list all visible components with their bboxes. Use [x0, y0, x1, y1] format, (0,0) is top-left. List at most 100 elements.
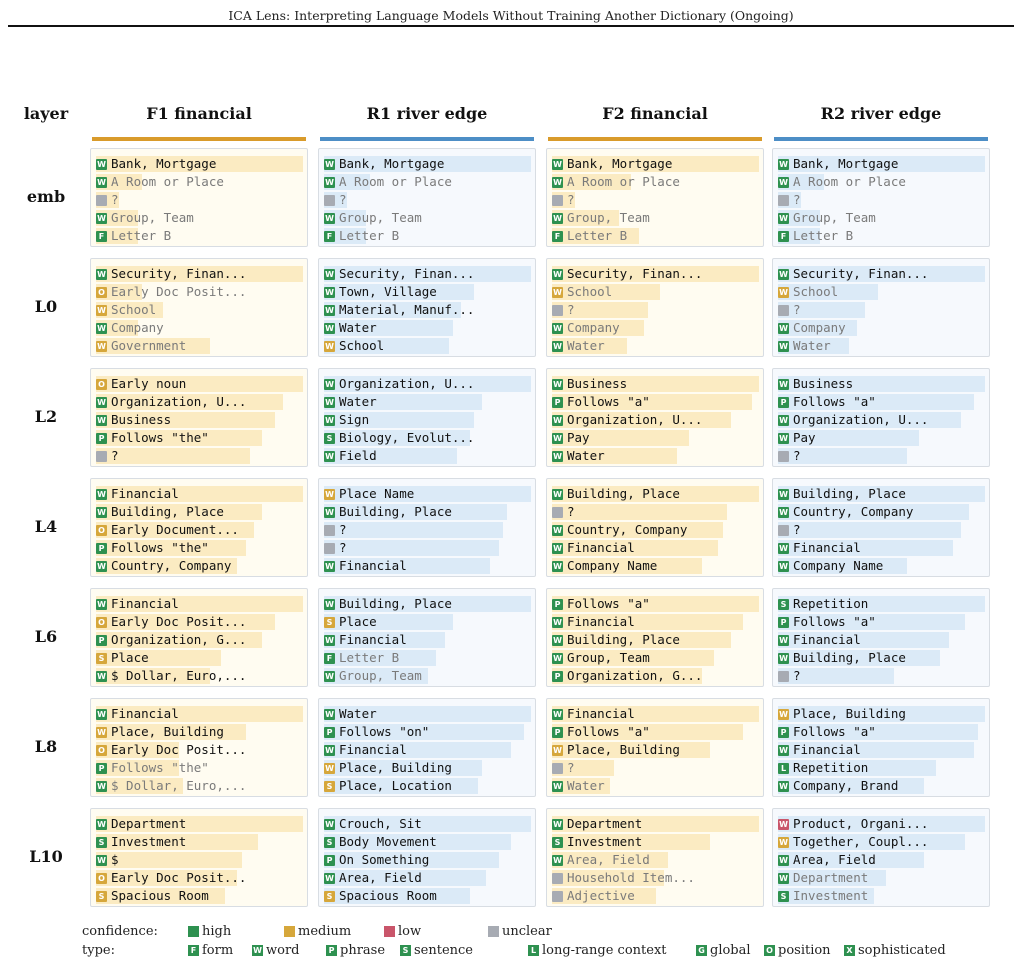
feature-item-content: W Financial	[778, 741, 985, 759]
feature-item-content: W Field	[324, 447, 531, 465]
type-badge-icon: W	[552, 322, 563, 334]
feature-item: W Group, Team	[324, 667, 531, 685]
feature-item: W Company, Brand	[778, 777, 985, 795]
feature-item-content: P Follows "a"	[552, 595, 759, 613]
feature-label: Building, Place	[793, 486, 906, 501]
type-badge-icon: P	[324, 726, 335, 738]
feature-label: ?	[339, 540, 347, 555]
type-badge-icon: W	[324, 176, 335, 188]
feature-label: Spacious Room	[111, 888, 209, 903]
feature-label: School	[567, 284, 613, 299]
feature-label: Bank, Mortgage	[111, 156, 217, 171]
feature-label: Household Item...	[567, 870, 695, 885]
type-legend-entry: Ssentence	[400, 943, 473, 958]
type-legend-entry: Oposition	[764, 943, 831, 958]
feature-label: Place, Building	[111, 724, 224, 739]
feature-item: W Field	[324, 447, 531, 465]
feature-cell: W Financial P Follows "a" W Place, Building? W…	[546, 698, 764, 797]
type-badge-icon	[324, 194, 335, 206]
feature-label: Group, Team	[339, 668, 422, 683]
type-badge-icon: W	[324, 670, 335, 682]
type-badge-icon: W	[324, 818, 335, 830]
feature-item-content: W Company	[96, 319, 303, 337]
feature-item-content: F Letter B	[324, 227, 531, 245]
feature-cell: W Security, Finan... O Early Doc Posit... W S…	[90, 258, 308, 357]
feature-item-content: W Pay	[778, 429, 985, 447]
type-badge-icon	[778, 450, 789, 462]
feature-item: ?	[778, 191, 985, 209]
type-badge-icon: W	[324, 488, 335, 500]
feature-item-content: W Bank, Mortgage	[96, 155, 303, 173]
feature-cell: W Department S Investment W Area, Field Househ…	[546, 808, 764, 907]
confidence-legend-text: medium	[298, 924, 352, 939]
feature-label: $ Dollar, Euro,...	[111, 668, 247, 683]
type-badge-icon: S	[400, 945, 411, 956]
feature-label: Water	[567, 778, 605, 793]
feature-item: W Business	[96, 411, 303, 429]
feature-label: ?	[111, 192, 119, 207]
type-badge-icon: W	[324, 268, 335, 280]
feature-label: Country, Company	[111, 558, 232, 573]
feature-label: Bank, Mortgage	[567, 156, 673, 171]
feature-item: P Follows "the"	[96, 759, 303, 777]
feature-label: Follows "the"	[111, 430, 209, 445]
feature-label: A Room or Place	[567, 174, 680, 189]
type-badge-icon: W	[96, 176, 107, 188]
feature-label: Security, Finan...	[111, 266, 247, 281]
feature-item: ?	[778, 447, 985, 465]
feature-item: W A Room or Place	[96, 173, 303, 191]
feature-item: W Group, Team	[96, 209, 303, 227]
type-badge-icon: S	[96, 890, 107, 902]
feature-item: W Financial	[778, 741, 985, 759]
feature-item-content: W Financial	[552, 539, 759, 557]
layer-label: L2	[34, 407, 58, 426]
feature-label: Body Movement	[339, 834, 437, 849]
type-badge-icon: O	[96, 524, 107, 536]
feature-label: Investment	[111, 834, 187, 849]
type-badge-icon: W	[324, 762, 335, 774]
feature-label: Government	[111, 338, 187, 353]
feature-item: W Department	[778, 869, 985, 887]
feature-item-content: W Country, Company	[96, 557, 303, 575]
type-badge-icon	[552, 890, 563, 902]
feature-item: P Follows "on"	[324, 723, 531, 741]
type-badge-icon: S	[324, 616, 335, 628]
feature-item-content: W Pay	[552, 429, 759, 447]
feature-item-content: W Building, Place	[96, 503, 303, 521]
feature-item: W Building, Place	[778, 649, 985, 667]
type-badge-icon	[552, 872, 563, 884]
feature-label: Place	[339, 614, 377, 629]
feature-label: School	[111, 302, 157, 317]
feature-label: On Something	[339, 852, 430, 867]
feature-item: W Place, Building	[324, 759, 531, 777]
feature-label: ?	[339, 192, 347, 207]
type-badge-icon: W	[778, 322, 789, 334]
column-color-bar	[320, 137, 534, 141]
feature-item-content: S Investment	[778, 887, 985, 905]
type-badge-icon	[96, 194, 107, 206]
feature-label: Organization, G...	[567, 668, 703, 683]
feature-item-content: W $	[96, 851, 303, 869]
feature-grid-figure: layer F1 financial R1 river edge F2 financ…	[20, 100, 995, 920]
feature-cell: W Building, Place W Country, Company? W Finan…	[772, 478, 990, 577]
feature-label: Crouch, Sit	[339, 816, 422, 831]
feature-item: W Building, Place	[778, 485, 985, 503]
feature-item: O Early Document...	[96, 521, 303, 539]
feature-item: S Spacious Room	[96, 887, 303, 905]
feature-item-content: W Financial	[778, 631, 985, 649]
feature-label: Group, Team	[111, 210, 194, 225]
feature-item-content: W Security, Finan...	[778, 265, 985, 283]
feature-label: Country, Company	[567, 522, 688, 537]
type-legend-label: type:	[82, 943, 115, 958]
feature-cell: W Financial W Place, Building O Early Doc Pos…	[90, 698, 308, 797]
feature-item-content: W Country, Company	[552, 521, 759, 539]
feature-label: Early Document...	[111, 522, 239, 537]
feature-label: ?	[793, 302, 801, 317]
feature-item: W Building, Place	[324, 503, 531, 521]
type-badge-icon: W	[778, 432, 789, 444]
feature-cell: W Financial W Building, Place O Early Documen…	[90, 478, 308, 577]
feature-item: W Group, Team	[778, 209, 985, 227]
type-badge-icon: W	[324, 872, 335, 884]
type-badge-icon: W	[324, 744, 335, 756]
feature-label: Field	[339, 448, 377, 463]
